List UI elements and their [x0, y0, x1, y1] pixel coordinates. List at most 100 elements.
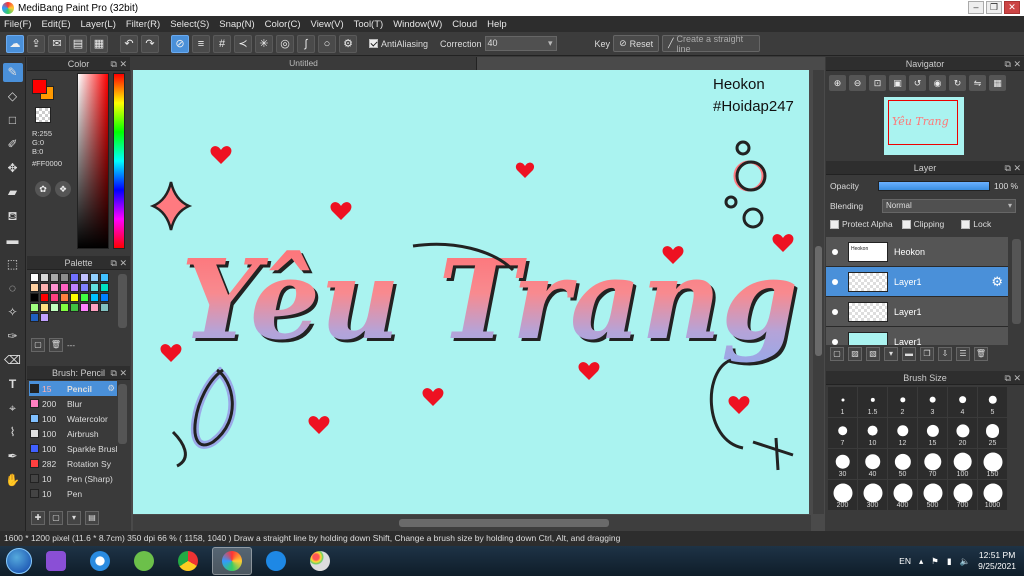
- brush-item[interactable]: 100 Watercolor: [29, 411, 117, 426]
- language-indicator[interactable]: EN: [899, 556, 911, 566]
- palette-swatch[interactable]: [90, 283, 99, 292]
- menu-item-color[interactable]: Color(C): [265, 19, 301, 30]
- brush-size-option[interactable]: 1.5: [858, 387, 887, 417]
- color-options-icon[interactable]: ❖: [55, 181, 71, 197]
- add-layer-menu-icon[interactable]: ▾: [884, 347, 898, 361]
- palette-swatch[interactable]: [60, 283, 69, 292]
- opacity-slider[interactable]: [878, 181, 990, 191]
- brush-tool-icon[interactable]: ✎: [2, 63, 23, 82]
- reset-button[interactable]: ⊘ Reset: [613, 35, 660, 52]
- blending-select[interactable]: Normal: [882, 199, 1016, 213]
- palette-swatch[interactable]: [50, 303, 59, 312]
- close-window-button[interactable]: ✕: [1004, 1, 1020, 14]
- brush-item[interactable]: 100 Sparkle Brush: [29, 441, 117, 456]
- brush-size-option[interactable]: 20: [948, 418, 977, 448]
- brush-size-option[interactable]: 500: [918, 480, 947, 510]
- duplicate-layer-icon[interactable]: ❐: [920, 347, 934, 361]
- navigator-viewport-frame[interactable]: [888, 100, 958, 145]
- flip-horizontal-icon[interactable]: ⇋: [969, 75, 986, 91]
- clipping-checkbox[interactable]: [901, 219, 911, 229]
- menu-item-view[interactable]: View(V): [311, 19, 344, 30]
- operation-tool-icon[interactable]: ⌖: [3, 399, 23, 418]
- brush-size-option[interactable]: 50: [888, 449, 917, 479]
- magic-wand-icon[interactable]: ✧: [3, 303, 23, 322]
- navigator-preview[interactable]: Yêu Trang: [884, 97, 964, 155]
- panel-controls-icon[interactable]: ⧉ ✕: [1005, 161, 1021, 175]
- document-icon[interactable]: ▦: [90, 34, 108, 53]
- minimize-button[interactable]: –: [968, 1, 984, 14]
- taskbar-zalo[interactable]: [256, 547, 296, 575]
- start-button[interactable]: [6, 548, 32, 574]
- palette-swatch[interactable]: [100, 273, 109, 282]
- merge-layer-icon[interactable]: ⇩: [938, 347, 952, 361]
- brush-size-option[interactable]: 400: [888, 480, 917, 510]
- snap-curve-icon[interactable]: ∫: [297, 34, 315, 53]
- brush-size-option[interactable]: 10: [858, 418, 887, 448]
- gradient-tool-icon[interactable]: ▬: [3, 231, 23, 250]
- correction-select[interactable]: 40: [484, 36, 557, 51]
- drawing-canvas[interactable]: Yêu Trang Yêu Trang Heokon #Hoidap247: [133, 70, 809, 514]
- brush-size-option[interactable]: 70: [918, 449, 947, 479]
- tab-untitled[interactable]: Untitled: [131, 57, 477, 70]
- tray-expand-icon[interactable]: ▴: [919, 556, 923, 567]
- panel-controls-icon[interactable]: ⧉ ✕: [1005, 371, 1021, 385]
- new-palette-icon[interactable]: ▢: [31, 338, 45, 352]
- brush-size-option[interactable]: 12: [888, 418, 917, 448]
- snap-parallel-icon[interactable]: ≡: [192, 34, 210, 53]
- palette-swatch[interactable]: [50, 293, 59, 302]
- foreground-color-swatch[interactable]: [32, 79, 47, 94]
- copy-brush-icon[interactable]: ▢: [49, 511, 63, 525]
- rotate-left-icon[interactable]: ↺: [909, 75, 926, 91]
- palette-swatch[interactable]: [40, 313, 49, 322]
- snap-radial-icon[interactable]: ✳: [255, 34, 273, 53]
- taskbar-coccoc[interactable]: [124, 547, 164, 575]
- brush-size-option[interactable]: 1000: [978, 480, 1007, 510]
- menu-item-edit[interactable]: Edit(E): [41, 19, 70, 30]
- network-icon[interactable]: ▮: [947, 556, 952, 567]
- protect-alpha-checkbox[interactable]: [830, 219, 839, 229]
- snap-off-icon[interactable]: ⊘: [171, 34, 189, 53]
- dot-tool-icon[interactable]: ✐: [3, 135, 23, 154]
- new-halftone-layer-icon[interactable]: ▨: [848, 347, 862, 361]
- comment-icon[interactable]: ✉: [48, 34, 66, 53]
- saturation-value-picker[interactable]: [77, 73, 109, 249]
- select-eraser-icon[interactable]: ⌫: [3, 351, 23, 370]
- upload-icon[interactable]: ⇪: [27, 34, 45, 53]
- menu-item-filter[interactable]: Filter(R): [126, 19, 160, 30]
- menu-item-layer[interactable]: Layer(L): [81, 19, 116, 30]
- undo-icon[interactable]: ↶: [120, 34, 138, 53]
- delete-layer-icon[interactable]: 🗑: [974, 347, 988, 361]
- flag-icon[interactable]: ⚑: [931, 556, 939, 567]
- palette-swatch[interactable]: [90, 273, 99, 282]
- taskbar-visual-studio[interactable]: [36, 547, 76, 575]
- palette-scrollbar[interactable]: [118, 274, 127, 328]
- palette-swatch[interactable]: [50, 273, 59, 282]
- rotate-right-icon[interactable]: ↻: [949, 75, 966, 91]
- brush-size-option[interactable]: 1: [828, 387, 857, 417]
- horizontal-scroll-thumb[interactable]: [399, 519, 609, 527]
- palette-swatch[interactable]: [40, 283, 49, 292]
- menu-item-select[interactable]: Select(S): [170, 19, 209, 30]
- brush-item[interactable]: 100 Airbrush: [29, 426, 117, 441]
- palette-swatch[interactable]: [30, 283, 39, 292]
- brush-settings-gear-icon[interactable]: ⚙: [107, 383, 117, 394]
- zoom-out-icon[interactable]: ⊖: [849, 75, 866, 91]
- layer-row[interactable]: Layer1 ⚙: [826, 267, 1008, 297]
- brush-item[interactable]: 15 Pencil ⚙: [29, 381, 117, 396]
- brush-item[interactable]: 10 Pen: [29, 486, 117, 501]
- brush-size-option[interactable]: 3: [918, 387, 947, 417]
- palette-swatch[interactable]: [100, 303, 109, 312]
- menu-item-window[interactable]: Window(W): [393, 19, 442, 30]
- palette-swatch[interactable]: [80, 273, 89, 282]
- zoom-in-icon[interactable]: ⊕: [829, 75, 846, 91]
- move-tool-icon[interactable]: ✥: [3, 159, 23, 178]
- brush-size-option[interactable]: 7: [828, 418, 857, 448]
- panel-controls-icon[interactable]: ⧉ ✕: [111, 57, 127, 71]
- panel-controls-icon[interactable]: ⧉ ✕: [111, 256, 127, 270]
- layer-row[interactable]: Layer1: [826, 327, 1008, 345]
- snap-ellipse-icon[interactable]: ○: [318, 34, 336, 53]
- hue-slider[interactable]: [113, 73, 125, 249]
- select-pen-icon[interactable]: ✑: [3, 327, 23, 346]
- layer-settings-gear-icon[interactable]: ⚙: [991, 274, 1003, 290]
- fill-tool-icon[interactable]: ▰: [3, 183, 23, 202]
